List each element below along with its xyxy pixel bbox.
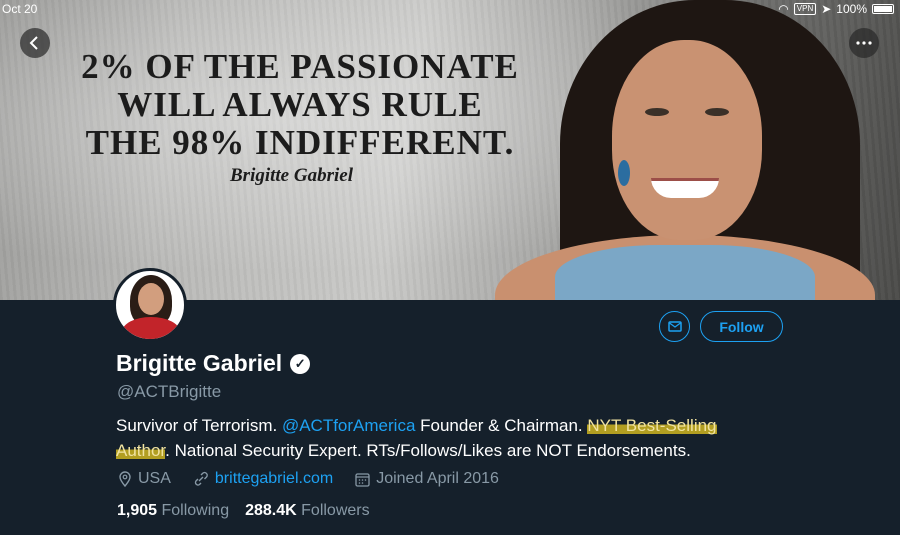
bio-mention-link[interactable]: @ACTforAmerica [282, 416, 415, 435]
message-button[interactable] [659, 311, 690, 342]
following-count: 1,905 [117, 502, 158, 519]
follow-button[interactable]: Follow [700, 311, 783, 342]
link-icon [194, 471, 208, 486]
bio-text: . National Security Expert. RTs/Follows/… [165, 441, 691, 460]
back-button[interactable] [20, 28, 50, 58]
banner-portrait-top [555, 245, 815, 300]
status-bar: Oct 20 ◠ VPN ➤ 100% [0, 0, 900, 18]
bio-highlight: Author [116, 441, 166, 460]
avatar-face [138, 283, 164, 315]
location-icon: ➤ [821, 2, 832, 16]
mail-icon [667, 321, 682, 332]
banner-quote-line: WILL ALWAYS RULE [117, 85, 483, 124]
banner-quote: 2% OF THE PASSIONATE WILL ALWAYS RULE TH… [70, 48, 530, 162]
more-horizontal-icon [856, 41, 872, 45]
verified-badge-icon: ✓ [290, 353, 311, 374]
profile-name: Brigitte Gabriel [116, 350, 283, 376]
banner-portrait-earring [618, 160, 630, 186]
profile-name-row: Brigitte Gabriel ✓ [116, 350, 311, 377]
status-indicators: ◠ VPN ➤ 100% [778, 2, 894, 16]
profile-handle: @ACTBrigitte [117, 382, 222, 401]
following-link[interactable]: 1,905 Following [117, 502, 229, 520]
banner-portrait-face [612, 40, 762, 240]
profile-website-link[interactable]: brittegabriel.com [215, 470, 333, 488]
followers-count: 288.4K [245, 502, 297, 519]
calendar-icon [355, 472, 370, 487]
vpn-badge: VPN [793, 3, 817, 15]
battery-icon [872, 4, 894, 14]
banner-portrait-eye [705, 108, 729, 116]
wifi-icon: ◠ [778, 2, 789, 16]
banner-portrait-eye [645, 108, 669, 116]
bio-highlight: NYT Best-Selling [587, 416, 717, 435]
more-button[interactable] [849, 28, 879, 58]
followers-link[interactable]: 288.4K Followers [245, 502, 370, 520]
following-label: Following [161, 502, 230, 519]
profile-bio: Survivor of Terrorism. @ACTforAmerica Fo… [116, 413, 816, 463]
banner-quote-line: 2% OF THE PASSIONATE [81, 47, 519, 86]
bio-text: Survivor of Terrorism. [116, 416, 282, 435]
status-date: Oct 20 [2, 2, 38, 16]
profile-stats: 1,905 Following 288.4K Followers [117, 502, 370, 520]
profile-location: USA [138, 470, 171, 487]
banner-quote-line: THE 98% INDIFFERENT. [85, 123, 515, 162]
chevron-left-icon [29, 36, 38, 50]
banner-signature: Brigitte Gabriel [230, 165, 353, 186]
bio-text: Founder & Chairman. [415, 416, 588, 435]
followers-label: Followers [301, 502, 370, 519]
location-pin-icon [119, 471, 131, 487]
avatar-body [122, 317, 180, 339]
avatar[interactable] [113, 268, 187, 342]
profile-banner[interactable]: 2% OF THE PASSIONATE WILL ALWAYS RULE TH… [0, 0, 900, 300]
banner-portrait-mouth [651, 178, 719, 198]
profile-meta: USA brittegabriel.com Joined April 2016 [118, 470, 499, 488]
battery-percent: 100% [836, 2, 867, 16]
profile-joined-date: Joined April 2016 [376, 470, 499, 487]
